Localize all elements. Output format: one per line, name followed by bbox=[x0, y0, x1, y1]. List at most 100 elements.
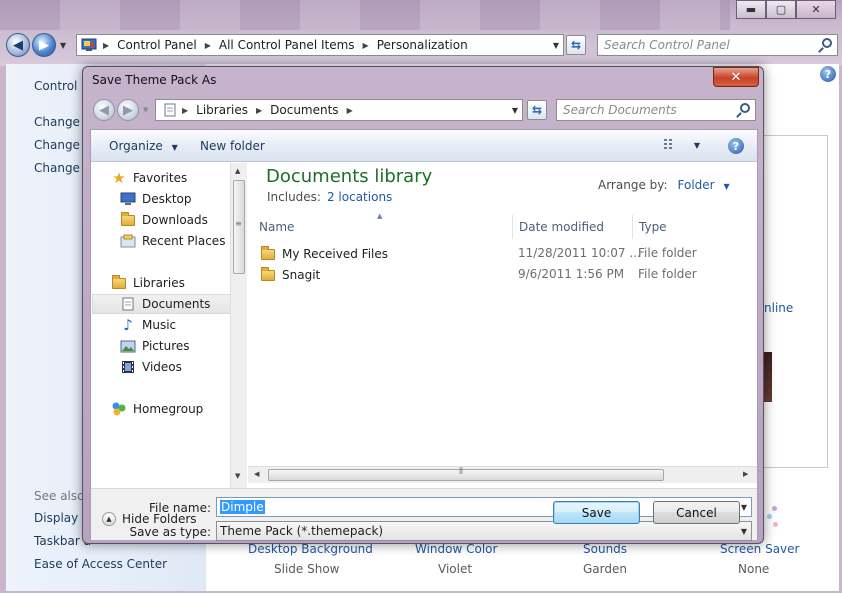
includes-locations-link[interactable]: 2 locations bbox=[327, 190, 392, 204]
close-icon: ✕ bbox=[730, 69, 742, 85]
details-view-icon bbox=[664, 139, 684, 153]
arrange-label: Arrange by: bbox=[598, 178, 668, 192]
screen-saver-link[interactable]: Screen Saver bbox=[720, 542, 799, 556]
breadcrumb-control-panel[interactable]: Control Panel bbox=[113, 38, 201, 52]
folder-icon bbox=[260, 266, 276, 283]
change-link-2[interactable]: Change r bbox=[34, 138, 89, 152]
file-name-cell: Snagit bbox=[260, 266, 321, 283]
breadcrumb-personalization[interactable]: Personalization bbox=[373, 38, 472, 52]
close-button[interactable]: ✕ bbox=[796, 0, 836, 19]
save-button[interactable]: Save bbox=[553, 501, 640, 524]
cancel-button[interactable]: Cancel bbox=[653, 501, 740, 524]
desktop-icon bbox=[120, 191, 136, 207]
display-link[interactable]: Display bbox=[34, 511, 78, 525]
dialog-inner-panel: Organize ▼ New folder ▼ ? ★ Favorites De… bbox=[90, 129, 758, 541]
dialog-address-bar[interactable]: ▶ Libraries ▶ Documents ▶ ▼ bbox=[155, 99, 523, 121]
control-panel-search-input[interactable]: Search Control Panel bbox=[597, 34, 838, 56]
grip-icon: ≡ bbox=[235, 219, 242, 228]
forward-button[interactable]: ▶ bbox=[32, 33, 56, 57]
see-also-heading: See also bbox=[34, 489, 85, 503]
search-icon[interactable] bbox=[822, 38, 832, 48]
breadcrumb-all-items[interactable]: All Control Panel Items bbox=[215, 38, 359, 52]
dialog-footer: ▲ Hide Folders Save Cancel bbox=[90, 496, 758, 540]
arrange-by-control[interactable]: Arrange by: Folder ▼ bbox=[598, 178, 730, 192]
refresh-icon: ⇆ bbox=[531, 103, 543, 117]
organize-button[interactable]: Organize ▼ bbox=[109, 139, 178, 153]
chevron-down-icon: ▼ bbox=[693, 141, 700, 150]
help-icon[interactable]: ? bbox=[728, 138, 744, 154]
ease-of-access-link[interactable]: Ease of Access Center bbox=[34, 557, 167, 571]
refresh-icon: ⇆ bbox=[570, 38, 582, 52]
control-panel-icon bbox=[81, 37, 97, 53]
dialog-back-button[interactable]: ◀ bbox=[93, 99, 115, 121]
change-view-button[interactable]: ▼ bbox=[664, 138, 700, 153]
refresh-button[interactable]: ⇆ bbox=[566, 35, 586, 55]
sounds-value: Garden bbox=[583, 562, 627, 576]
get-more-themes-online-link[interactable]: nline bbox=[764, 301, 793, 315]
address-bar[interactable]: ▶ Control Panel ▶ All Control Panel Item… bbox=[76, 34, 564, 56]
file-date-cell: 11/28/2011 10:07 ... bbox=[518, 246, 641, 260]
file-type-cell: File folder bbox=[638, 267, 697, 281]
new-folder-button[interactable]: New folder bbox=[200, 139, 265, 153]
back-button[interactable]: ◀ bbox=[6, 33, 30, 57]
window-color-link[interactable]: Window Color bbox=[415, 542, 497, 556]
address-dropdown-icon[interactable]: ▼ bbox=[512, 106, 518, 115]
column-header-date[interactable]: Date modified bbox=[513, 215, 633, 239]
scroll-up-icon[interactable]: ▲ bbox=[235, 167, 240, 175]
screen-saver-value: None bbox=[738, 562, 770, 576]
documents-icon bbox=[120, 296, 136, 312]
horizontal-scroll-thumb[interactable]: ⦀ bbox=[268, 467, 664, 481]
breadcrumb-documents[interactable]: Documents bbox=[266, 103, 342, 117]
theme-thumbnails-strip bbox=[0, 0, 730, 30]
search-icon[interactable] bbox=[740, 103, 750, 113]
dialog-refresh-button[interactable]: ⇆ bbox=[527, 100, 547, 120]
folder-icon bbox=[260, 245, 276, 262]
grip-icon: ⦀ bbox=[459, 467, 463, 477]
file-name: Snagit bbox=[282, 268, 321, 282]
sounds-link[interactable]: Sounds bbox=[583, 542, 627, 556]
theme-preview-fragment bbox=[764, 352, 772, 402]
recent-pages-chevron-icon[interactable]: ▼ bbox=[60, 41, 66, 50]
command-bar: Organize ▼ New folder ▼ ? bbox=[91, 130, 757, 162]
breadcrumb-separator-icon: ▶ bbox=[255, 105, 263, 115]
breadcrumb-separator-icon: ▶ bbox=[362, 40, 369, 50]
file-list-horizontal-scrollbar[interactable]: ◀ ⦀ ▶ bbox=[248, 466, 757, 483]
control-panel-home-link[interactable]: Control P bbox=[34, 79, 88, 93]
dialog-title: Save Theme Pack As bbox=[92, 73, 217, 87]
address-dropdown-icon[interactable]: ▼ bbox=[553, 41, 559, 50]
vertical-scroll-thumb[interactable]: ≡ bbox=[233, 180, 245, 274]
recent-locations-chevron-icon[interactable]: ▼ bbox=[143, 106, 148, 114]
nav-label: Pictures bbox=[142, 339, 190, 353]
column-header-type[interactable]: Type bbox=[633, 215, 743, 239]
music-icon: ♪ bbox=[123, 316, 133, 334]
scroll-right-icon[interactable]: ▶ bbox=[743, 470, 748, 478]
hide-folders-toggle[interactable]: ▲ Hide Folders bbox=[102, 512, 197, 526]
nav-label: Documents bbox=[142, 297, 211, 311]
scroll-down-icon[interactable]: ▼ bbox=[235, 472, 240, 480]
dialog-forward-button[interactable]: ▶ bbox=[117, 99, 139, 121]
breadcrumb-separator-icon: ▶ bbox=[182, 105, 189, 115]
desktop-background-link[interactable]: Desktop Background bbox=[248, 542, 373, 556]
nav-documents[interactable]: Documents bbox=[92, 294, 231, 314]
maximize-button[interactable]: ▢ bbox=[766, 0, 796, 19]
file-row[interactable]: My Received Files 11/28/2011 10:07 ... F… bbox=[248, 243, 757, 264]
nav-label: Homegroup bbox=[133, 402, 204, 416]
minimize-button[interactable]: ▬ bbox=[736, 0, 766, 19]
save-theme-pack-dialog: Save Theme Pack As ✕ ◀ ▶ ▼ ▶ Libraries ▶… bbox=[82, 66, 764, 544]
file-row[interactable]: Snagit 9/6/2011 1:56 PM File folder bbox=[248, 264, 757, 285]
dialog-navbar: ◀ ▶ ▼ ▶ Libraries ▶ Documents ▶ ▼ ⇆ Sear… bbox=[91, 97, 757, 123]
search-placeholder: Search Control Panel bbox=[604, 38, 730, 52]
column-header-name[interactable]: Name ▲ bbox=[253, 212, 513, 239]
forward-arrow-icon: ▶ bbox=[123, 102, 133, 118]
includes-label: Includes: bbox=[267, 190, 321, 204]
navigation-pane-scrollbar[interactable]: ▲ ≡ ▼ bbox=[230, 163, 247, 488]
screen-saver-icon bbox=[766, 506, 780, 532]
search-documents-input[interactable]: Search Documents bbox=[556, 99, 756, 121]
homegroup-icon bbox=[111, 401, 127, 417]
dialog-close-button[interactable]: ✕ bbox=[713, 67, 759, 87]
downloads-folder-icon bbox=[120, 211, 136, 228]
scroll-left-icon[interactable]: ◀ bbox=[254, 470, 259, 478]
library-location-icon bbox=[162, 102, 178, 118]
help-icon[interactable]: ? bbox=[820, 66, 836, 82]
breadcrumb-libraries[interactable]: Libraries bbox=[192, 103, 252, 117]
